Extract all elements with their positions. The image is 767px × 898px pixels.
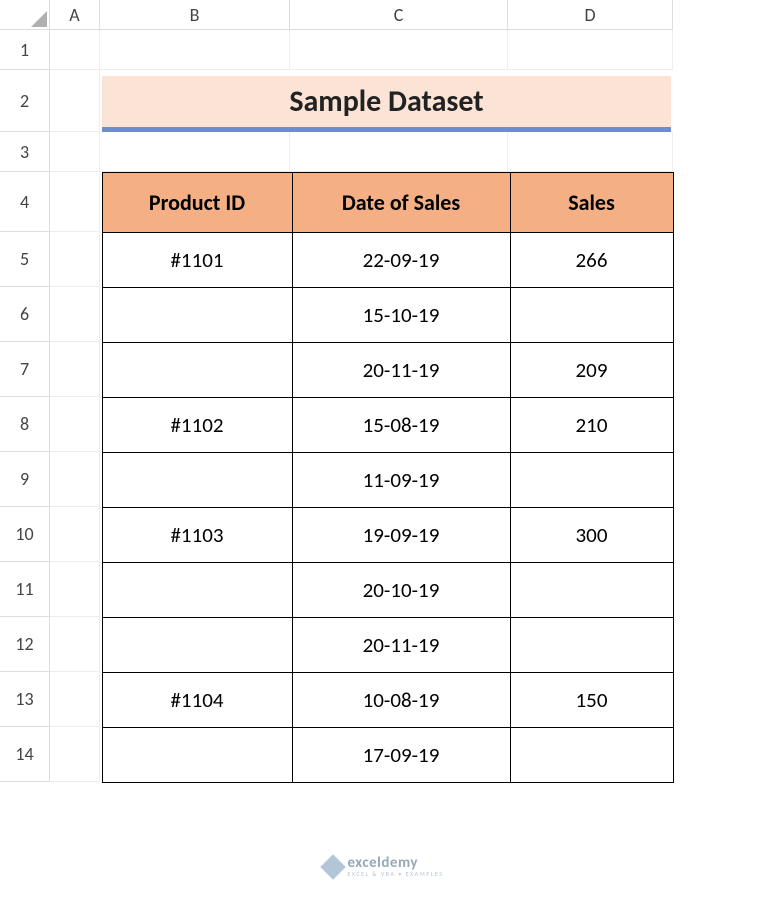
row-header-2[interactable]: 2 [0, 70, 50, 132]
watermark-main: exceldemy [347, 856, 443, 871]
spreadsheet-grid: A B C D 1 2 Sample Dataset 3 4 5 6 7 8 9… [0, 0, 767, 782]
table-cell[interactable]: 11-09-19 [292, 452, 511, 508]
header-product-id[interactable]: Product ID [102, 172, 293, 233]
cell-b1[interactable] [100, 30, 290, 70]
table-cell[interactable]: 209 [510, 342, 674, 398]
header-sales[interactable]: Sales [510, 172, 674, 233]
cell-a6[interactable] [50, 287, 100, 342]
exceldemy-logo-icon [320, 854, 345, 879]
row-header-13[interactable]: 13 [0, 672, 50, 727]
cell-a9[interactable] [50, 452, 100, 507]
row-header-8[interactable]: 8 [0, 397, 50, 452]
col-header-b[interactable]: B [100, 0, 290, 30]
table-cell[interactable]: #1102 [102, 397, 293, 453]
row-header-5[interactable]: 5 [0, 232, 50, 287]
cell-c1[interactable] [290, 30, 508, 70]
select-all-corner[interactable] [0, 0, 50, 30]
cell-a2[interactable] [50, 70, 100, 132]
cell-a7[interactable] [50, 342, 100, 397]
table-cell[interactable] [510, 287, 674, 343]
header-date-of-sales[interactable]: Date of Sales [292, 172, 511, 233]
table-cell[interactable]: 20-11-19 [292, 617, 511, 673]
cell-a11[interactable] [50, 562, 100, 617]
table-cell[interactable]: #1101 [102, 232, 293, 288]
watermark-sub: EXCEL & VBA • EXAMPLES [347, 871, 443, 877]
table-cell[interactable]: 150 [510, 672, 674, 728]
data-table: Product ID Date of Sales Sales #1101 22-… [102, 172, 671, 782]
table-cell[interactable] [102, 617, 293, 673]
cell-a1[interactable] [50, 30, 100, 70]
row-header-9[interactable]: 9 [0, 452, 50, 507]
watermark: exceldemy EXCEL & VBA • EXAMPLES [323, 856, 443, 877]
table-cell[interactable]: 20-10-19 [292, 562, 511, 618]
row-header-10[interactable]: 10 [0, 507, 50, 562]
col-header-d[interactable]: D [508, 0, 673, 30]
cell-b3[interactable] [100, 132, 290, 172]
table-cell[interactable] [102, 287, 293, 343]
cell-d3[interactable] [508, 132, 673, 172]
cell-a4[interactable] [50, 172, 100, 232]
cell-a13[interactable] [50, 672, 100, 727]
cell-a14[interactable] [50, 727, 100, 782]
cell-a5[interactable] [50, 232, 100, 287]
row-header-4[interactable]: 4 [0, 172, 50, 232]
table-cell[interactable] [510, 727, 674, 783]
table-cell[interactable]: 266 [510, 232, 674, 288]
row-header-14[interactable]: 14 [0, 727, 50, 782]
cell-a8[interactable] [50, 397, 100, 452]
cell-a10[interactable] [50, 507, 100, 562]
table-cell[interactable] [510, 617, 674, 673]
table-cell[interactable] [102, 727, 293, 783]
table-cell[interactable] [102, 452, 293, 508]
table-cell[interactable]: 210 [510, 397, 674, 453]
table-cell[interactable]: 15-08-19 [292, 397, 511, 453]
table-cell[interactable] [102, 562, 293, 618]
row-header-1[interactable]: 1 [0, 30, 50, 70]
table-cell[interactable]: 19-09-19 [292, 507, 511, 563]
cell-c3[interactable] [290, 132, 508, 172]
cell-a12[interactable] [50, 617, 100, 672]
row-header-11[interactable]: 11 [0, 562, 50, 617]
table-cell[interactable] [510, 452, 674, 508]
table-cell[interactable]: 10-08-19 [292, 672, 511, 728]
cell-a3[interactable] [50, 132, 100, 172]
table-cell[interactable] [102, 342, 293, 398]
table-cell[interactable]: 20-11-19 [292, 342, 511, 398]
cell-d1[interactable] [508, 30, 673, 70]
dataset-title[interactable]: Sample Dataset [102, 76, 671, 132]
table-cell[interactable]: #1103 [102, 507, 293, 563]
table-cell[interactable]: #1104 [102, 672, 293, 728]
row-header-7[interactable]: 7 [0, 342, 50, 397]
col-header-c[interactable]: C [290, 0, 508, 30]
table-cell[interactable]: 300 [510, 507, 674, 563]
col-header-a[interactable]: A [50, 0, 100, 30]
table-cell[interactable]: 15-10-19 [292, 287, 511, 343]
watermark-text: exceldemy EXCEL & VBA • EXAMPLES [347, 856, 443, 877]
table-cell[interactable]: 22-09-19 [292, 232, 511, 288]
row-header-6[interactable]: 6 [0, 287, 50, 342]
row-header-3[interactable]: 3 [0, 132, 50, 172]
row-header-12[interactable]: 12 [0, 617, 50, 672]
table-cell[interactable] [510, 562, 674, 618]
table-cell[interactable]: 17-09-19 [292, 727, 511, 783]
